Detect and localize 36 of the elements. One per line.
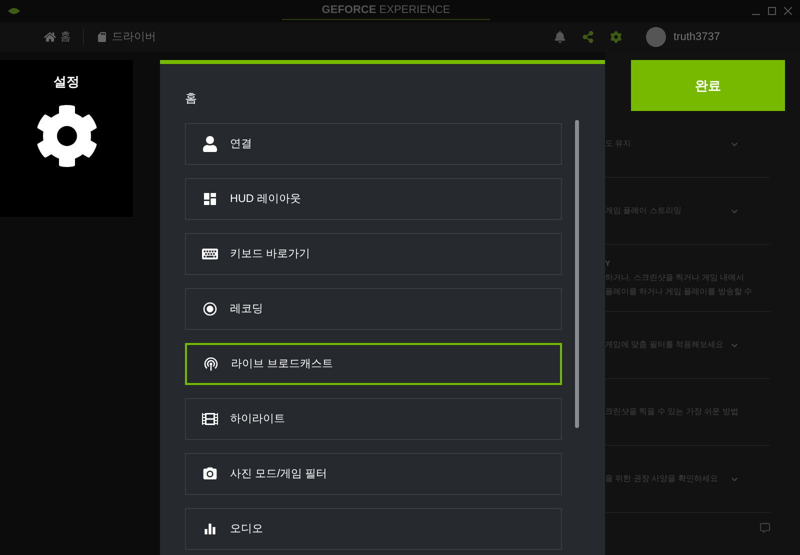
- panel-heading: 홈: [185, 90, 198, 107]
- chevron-icon: [731, 140, 738, 148]
- settings-item[interactable]: 하이라이트: [185, 398, 562, 440]
- settings-label: 설정: [54, 73, 80, 91]
- logo-icon: [8, 7, 20, 15]
- settings-item[interactable]: 키보드 바로가기: [185, 233, 562, 275]
- username[interactable]: truth3737: [674, 28, 720, 46]
- driver-icon: [96, 31, 108, 43]
- chevron-icon: [731, 342, 738, 348]
- settings-item[interactable]: 라이브 브로드캐스트: [185, 343, 562, 385]
- settings-item[interactable]: 레코딩: [185, 288, 562, 330]
- settings-icon[interactable]: [610, 31, 622, 43]
- window-title: GEFORCE EXPERIENCE: [282, 2, 490, 20]
- scrollbar[interactable]: [575, 120, 579, 428]
- person-icon: [202, 136, 218, 152]
- maximize-icon[interactable]: [768, 7, 776, 15]
- equalizer-icon: [202, 521, 218, 537]
- chat-icon[interactable]: [760, 523, 770, 533]
- settings-item[interactable]: 오디오: [185, 508, 562, 550]
- clapperboard-icon: [202, 411, 218, 427]
- home-icon: [44, 31, 56, 43]
- broadcast-icon: [203, 356, 219, 372]
- settings-item[interactable]: 연결: [185, 123, 562, 165]
- settings-item[interactable]: 사진 모드/게임 필터: [185, 453, 562, 495]
- chevron-icon: [731, 476, 738, 482]
- keyboard-icon: [202, 246, 218, 262]
- layout-icon: [202, 191, 218, 207]
- chevron-icon: [731, 208, 738, 214]
- settings-item[interactable]: HUD 레이아웃: [185, 178, 562, 220]
- share-icon[interactable]: [582, 31, 594, 43]
- bell-icon[interactable]: [554, 31, 566, 43]
- settings-icon: [34, 104, 98, 168]
- avatar[interactable]: [646, 27, 666, 47]
- close-icon[interactable]: [784, 7, 792, 15]
- photo-icon: [202, 466, 218, 482]
- record-icon: [202, 301, 218, 317]
